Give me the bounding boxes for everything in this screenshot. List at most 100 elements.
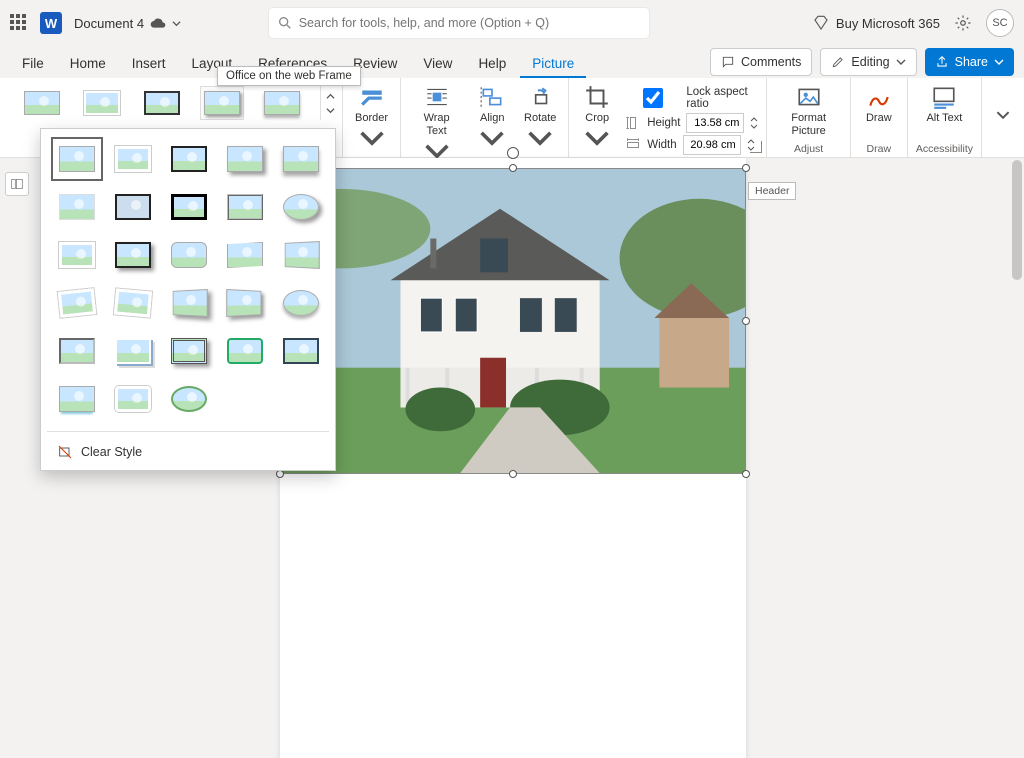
header-region-tag[interactable]: Header — [748, 182, 796, 200]
resize-handle-n[interactable] — [509, 164, 517, 172]
resize-handle-sw[interactable] — [276, 470, 284, 478]
style-thumb-1[interactable] — [20, 86, 64, 120]
picture-style-option[interactable] — [55, 141, 99, 177]
vertical-scrollbar[interactable] — [1012, 160, 1022, 280]
search-input[interactable] — [269, 8, 649, 38]
picture-style-option[interactable] — [223, 141, 267, 177]
picture-style-option[interactable] — [167, 285, 211, 321]
adjust-label: Adjust — [794, 141, 823, 155]
picture-style-option[interactable] — [55, 381, 99, 417]
crop-button[interactable]: Crop — [577, 82, 617, 157]
picture-style-option[interactable] — [223, 333, 267, 369]
picture-style-option[interactable] — [167, 237, 211, 273]
comment-icon — [721, 55, 735, 69]
border-icon — [359, 84, 385, 110]
picture-style-option[interactable] — [111, 141, 155, 177]
diamond-icon — [812, 14, 830, 32]
document-name: Document 4 — [74, 16, 144, 31]
crop-icon — [584, 84, 610, 110]
resize-handle-se[interactable] — [742, 470, 750, 478]
tab-file[interactable]: File — [10, 51, 56, 78]
picture-style-option[interactable] — [223, 189, 267, 225]
picture-style-option[interactable] — [223, 285, 267, 321]
tab-picture[interactable]: Picture — [520, 51, 586, 78]
resize-handle-ne[interactable] — [742, 164, 750, 172]
lock-aspect-row[interactable]: Lock aspect ratio — [625, 85, 758, 111]
share-icon — [935, 55, 949, 69]
arrange-group: Wrap Text Align Rotate Arrange — [401, 78, 569, 157]
size-group: Crop Lock aspect ratio Height Width — [569, 78, 767, 157]
lock-aspect-checkbox[interactable] — [629, 88, 677, 108]
picture-style-option[interactable] — [279, 141, 323, 177]
comments-button[interactable]: Comments — [710, 48, 812, 76]
picture-style-option[interactable] — [279, 189, 323, 225]
rotate-button[interactable]: Rotate — [520, 82, 560, 157]
picture-style-option[interactable] — [111, 381, 155, 417]
rotate-handle[interactable] — [507, 147, 519, 159]
height-spinner[interactable] — [750, 115, 758, 131]
clear-style-icon — [57, 444, 73, 460]
picture-style-option[interactable] — [279, 285, 323, 321]
border-group: Border — [343, 78, 401, 157]
picture-style-option[interactable] — [111, 333, 155, 369]
tab-home[interactable]: Home — [58, 51, 118, 78]
format-picture-button[interactable]: Format Picture — [775, 82, 841, 140]
resize-handle-s[interactable] — [509, 470, 517, 478]
width-icon — [625, 137, 641, 153]
picture-style-option[interactable] — [167, 189, 211, 225]
picture-style-option[interactable] — [55, 189, 99, 225]
buy-label: Buy Microsoft 365 — [836, 16, 940, 31]
title-chevron-icon[interactable] — [172, 19, 181, 28]
format-picture-icon — [796, 84, 822, 110]
picture-style-option[interactable] — [223, 237, 267, 273]
picture-style-option[interactable] — [111, 237, 155, 273]
user-avatar[interactable]: SC — [986, 9, 1014, 37]
clear-style-label: Clear Style — [81, 445, 142, 459]
word-app-icon[interactable]: W — [40, 12, 62, 34]
share-button[interactable]: Share — [925, 48, 1014, 76]
picture-style-option[interactable] — [111, 189, 155, 225]
picture-style-option[interactable] — [279, 237, 323, 273]
editing-mode-button[interactable]: Editing — [820, 48, 916, 76]
size-dialog-launcher[interactable] — [750, 141, 762, 153]
border-button[interactable]: Border — [351, 82, 392, 157]
alt-text-button[interactable]: Alt Text — [922, 82, 966, 127]
picture-style-option[interactable] — [55, 333, 99, 369]
align-button[interactable]: Align — [472, 82, 512, 157]
picture-style-option[interactable] — [279, 333, 323, 369]
tab-insert[interactable]: Insert — [120, 51, 178, 78]
style-thumb-2[interactable] — [80, 86, 124, 120]
app-launcher-icon[interactable] — [10, 14, 28, 32]
picture-style-option[interactable] — [55, 237, 99, 273]
navigation-pane-button[interactable] — [5, 172, 29, 196]
adjust-group: Format Picture Adjust — [767, 78, 850, 157]
draw-button[interactable]: Draw — [859, 82, 899, 127]
picture-style-option[interactable] — [167, 141, 211, 177]
buy-microsoft-button[interactable]: Buy Microsoft 365 — [812, 14, 940, 32]
width-input[interactable] — [683, 135, 741, 155]
tab-help[interactable]: Help — [466, 51, 518, 78]
document-title[interactable]: Document 4 — [74, 15, 181, 31]
style-thumb-3[interactable] — [140, 86, 184, 120]
draw-group: Draw Draw — [851, 78, 908, 157]
picture-style-option[interactable] — [167, 333, 211, 369]
selected-picture[interactable] — [280, 168, 746, 474]
picture-style-option[interactable] — [111, 285, 155, 321]
left-rail — [0, 158, 34, 624]
style-thumb-4[interactable] — [200, 86, 244, 120]
picture-style-option[interactable] — [167, 381, 211, 417]
lock-aspect-label: Lock aspect ratio — [686, 86, 758, 110]
resize-handle-e[interactable] — [742, 317, 750, 325]
settings-icon[interactable] — [954, 14, 972, 32]
styles-expand-button[interactable] — [320, 86, 336, 120]
house-image — [281, 169, 745, 473]
picture-styles-dropdown: Clear Style — [40, 128, 336, 471]
style-thumb-5[interactable] — [260, 86, 304, 120]
clear-style-button[interactable]: Clear Style — [47, 436, 329, 470]
width-label: Width — [647, 139, 676, 151]
picture-style-option[interactable] — [55, 285, 99, 321]
align-icon — [479, 84, 505, 110]
height-input[interactable] — [686, 113, 744, 133]
ribbon-collapse-button[interactable] — [982, 108, 1024, 127]
tab-view[interactable]: View — [411, 51, 464, 78]
